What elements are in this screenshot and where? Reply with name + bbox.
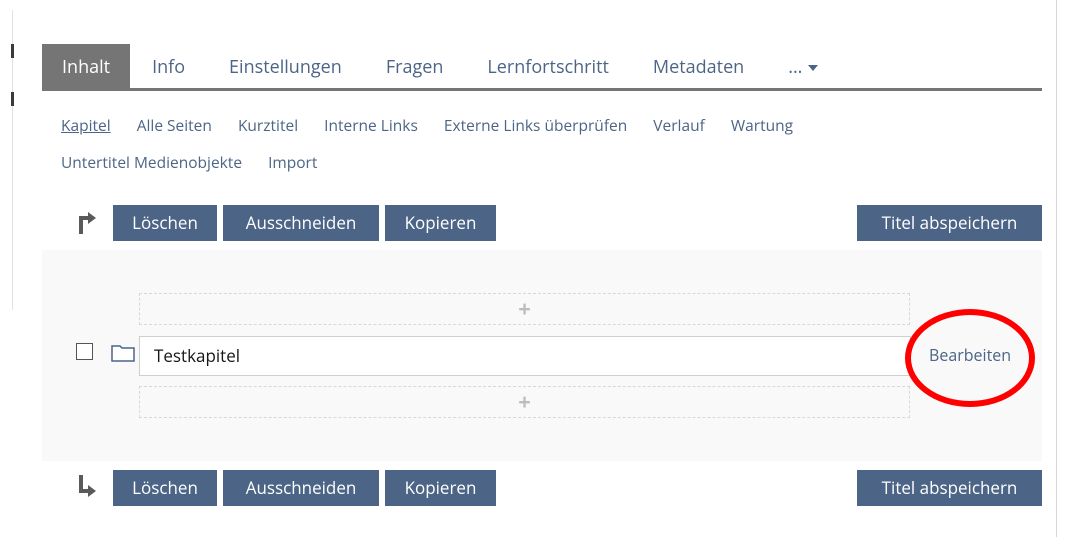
subtab-bar: Kapitel Alle Seiten Kurztitel Interne Li…	[61, 107, 1021, 181]
subtab-kapitel[interactable]: Kapitel	[61, 107, 111, 144]
right-edge-rule	[1056, 0, 1057, 537]
arrow-up-right-icon	[79, 212, 96, 234]
edit-chapter-link[interactable]: Bearbeiten	[929, 344, 1011, 366]
tab-more-menu[interactable]: ...	[766, 44, 840, 88]
tab-lernfortschritt[interactable]: Lernfortschritt	[465, 44, 631, 88]
tab-einstellungen[interactable]: Einstellungen	[207, 44, 364, 88]
subtab-untertitel-medienobjekte[interactable]: Untertitel Medienobjekte	[61, 144, 242, 181]
left-edge-mark	[11, 92, 14, 106]
chapter-checkbox[interactable]	[76, 343, 93, 360]
toolbar-bottom: Löschen Ausschneiden Kopieren Titel absp…	[76, 470, 1042, 506]
chapter-title-input[interactable]: Testkapitel	[139, 336, 911, 376]
plus-icon: +	[518, 294, 531, 324]
chapter-list-panel: + Testkapitel + Bearbeiten	[42, 250, 1042, 461]
copy-button[interactable]: Kopieren	[385, 205, 496, 241]
tab-metadaten[interactable]: Metadaten	[631, 44, 766, 88]
left-edge-mark	[11, 44, 14, 58]
tab-more-label: ...	[788, 55, 803, 79]
subtab-externe-links[interactable]: Externe Links überprüfen	[444, 107, 627, 144]
caret-down-icon	[808, 65, 819, 72]
subtab-alle-seiten[interactable]: Alle Seiten	[137, 107, 212, 144]
folder-icon	[111, 345, 135, 362]
insert-below-dropzone[interactable]: +	[139, 386, 910, 418]
tab-fragen[interactable]: Fragen	[364, 44, 466, 88]
toolbar-top: Löschen Ausschneiden Kopieren Titel absp…	[76, 205, 1042, 241]
plus-icon: +	[518, 387, 531, 417]
delete-button[interactable]: Löschen	[113, 470, 217, 506]
cut-button[interactable]: Ausschneiden	[223, 470, 379, 506]
delete-button[interactable]: Löschen	[113, 205, 217, 241]
save-titles-button[interactable]: Titel abspeichern	[857, 205, 1042, 241]
subtab-kurztitel[interactable]: Kurztitel	[238, 107, 298, 144]
subtab-wartung[interactable]: Wartung	[731, 107, 793, 144]
tab-bar: Inhalt Info Einstellungen Fragen Lernfor…	[42, 44, 1042, 91]
subtab-verlauf[interactable]: Verlauf	[653, 107, 705, 144]
copy-button[interactable]: Kopieren	[385, 470, 496, 506]
insert-above-dropzone[interactable]: +	[139, 293, 910, 325]
save-titles-button[interactable]: Titel abspeichern	[857, 470, 1042, 506]
cut-button[interactable]: Ausschneiden	[223, 205, 379, 241]
tab-inhalt[interactable]: Inhalt	[42, 44, 131, 88]
tab-info[interactable]: Info	[130, 44, 207, 88]
subtab-import[interactable]: Import	[268, 144, 317, 181]
arrow-down-right-icon	[79, 475, 96, 497]
subtab-interne-links[interactable]: Interne Links	[324, 107, 418, 144]
